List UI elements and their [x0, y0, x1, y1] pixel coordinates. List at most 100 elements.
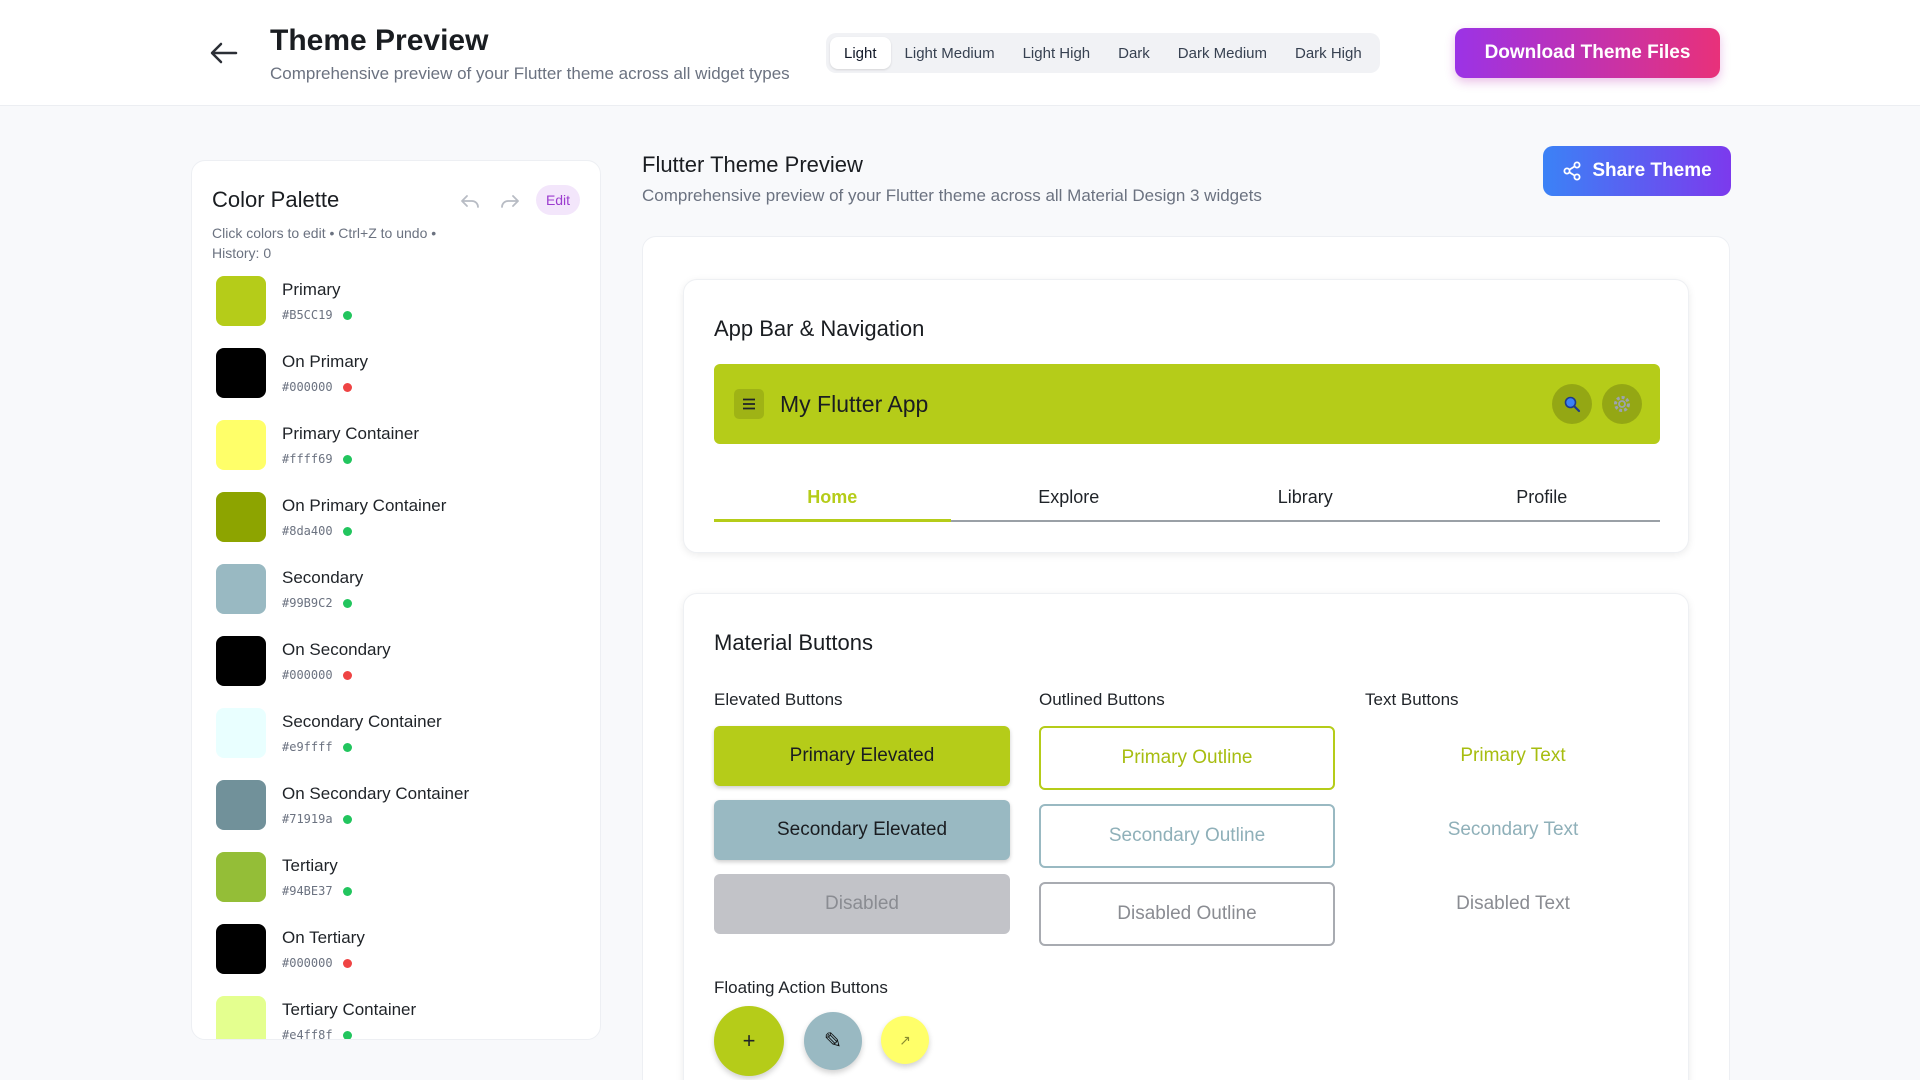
secondary-text-button[interactable]: Secondary Text: [1365, 800, 1661, 860]
contrast-indicator: [342, 599, 352, 608]
color-swatch[interactable]: [216, 420, 266, 470]
outlined-buttons-column: Outlined Buttons Primary Outline Seconda…: [1039, 690, 1335, 960]
elevated-buttons-column: Elevated Buttons Primary Elevated Second…: [714, 690, 1010, 948]
color-swatch-row[interactable]: Tertiary #94BE37: [216, 852, 586, 924]
preview-subtitle: Comprehensive preview of your Flutter th…: [642, 186, 1262, 205]
color-name: Primary: [282, 280, 341, 299]
contrast-indicator: [342, 671, 352, 680]
secondary-elevated-button[interactable]: Secondary Elevated: [714, 800, 1010, 860]
mode-light-medium[interactable]: Light Medium: [891, 37, 1009, 69]
add-fab-button[interactable]: +: [714, 1006, 784, 1076]
app-bar-card-title: App Bar & Navigation: [714, 316, 925, 341]
color-swatch-row[interactable]: Primary #B5CC19: [216, 276, 586, 348]
color-hex: #94BE37: [282, 884, 352, 898]
color-swatch[interactable]: [216, 276, 266, 326]
color-hex: #ffff69: [282, 452, 352, 466]
menu-icon[interactable]: [734, 389, 764, 419]
text-buttons-label: Text Buttons: [1365, 690, 1459, 709]
share-theme-button[interactable]: Share Theme: [1543, 146, 1731, 196]
undo-icon[interactable]: [458, 189, 482, 213]
app-bar-card: App Bar & Navigation My Flutter App Home…: [683, 279, 1689, 553]
color-hex: #8da400: [282, 524, 352, 538]
disabled-elevated-button[interactable]: Disabled: [714, 874, 1010, 934]
primary-elevated-button[interactable]: Primary Elevated: [714, 726, 1010, 786]
disabled-outline-button[interactable]: Disabled Outline: [1039, 882, 1335, 946]
mode-light-high[interactable]: Light High: [1009, 37, 1105, 69]
search-icon[interactable]: [1552, 384, 1592, 424]
color-swatch-row[interactable]: On Primary #000000: [216, 348, 586, 420]
color-swatch[interactable]: [216, 852, 266, 902]
elevated-buttons-label: Elevated Buttons: [714, 690, 843, 709]
download-theme-button[interactable]: Download Theme Files: [1455, 28, 1720, 78]
color-swatch-row[interactable]: On Tertiary #000000: [216, 924, 586, 996]
page-title: Theme Preview: [270, 24, 489, 57]
color-swatch[interactable]: [216, 564, 266, 614]
mode-dark-high[interactable]: Dark High: [1281, 37, 1376, 69]
color-hex: #99B9C2: [282, 596, 352, 610]
color-swatch-row[interactable]: On Secondary Container #71919a: [216, 780, 586, 852]
share-icon: [1563, 161, 1581, 181]
secondary-outline-button[interactable]: Secondary Outline: [1039, 804, 1335, 868]
color-hex: #e9ffff: [282, 740, 352, 754]
swatch-list: Primary #B5CC19 On Primary #000000 Primary C…: [216, 276, 586, 1040]
color-swatch-row[interactable]: Secondary Container #e9ffff: [216, 708, 586, 780]
tab-profile[interactable]: Profile: [1424, 478, 1661, 520]
color-swatch-row[interactable]: Secondary #99B9C2: [216, 564, 586, 636]
contrast-indicator: [342, 455, 352, 464]
color-name: Secondary Container: [282, 712, 442, 731]
color-swatch[interactable]: [216, 780, 266, 830]
navigate-fab-button[interactable]: ↗: [881, 1016, 929, 1064]
color-swatch[interactable]: [216, 348, 266, 398]
color-swatch-row[interactable]: On Secondary #000000: [216, 636, 586, 708]
color-name: On Tertiary: [282, 928, 365, 947]
edit-palette-button[interactable]: Edit: [536, 185, 580, 215]
color-swatch-row[interactable]: Primary Container #ffff69: [216, 420, 586, 492]
color-swatch[interactable]: [216, 636, 266, 686]
edit-icon: ✎: [823, 1028, 843, 1053]
palette-hint: Click colors to edit • Ctrl+Z to undo • …: [212, 225, 437, 261]
mode-light[interactable]: Light: [830, 37, 891, 69]
color-hex-value: #8da400: [282, 524, 333, 538]
preview-frame: App Bar & Navigation My Flutter App Home…: [642, 236, 1730, 1080]
page-subtitle: Comprehensive preview of your Flutter th…: [270, 64, 790, 83]
redo-icon[interactable]: [498, 189, 522, 213]
primary-outline-button[interactable]: Primary Outline: [1039, 726, 1335, 790]
color-name: On Secondary: [282, 640, 391, 659]
color-hex: #000000: [282, 380, 352, 394]
share-theme-label: Share Theme: [1592, 160, 1712, 181]
mode-dark[interactable]: Dark: [1104, 37, 1164, 69]
color-name: Primary Container: [282, 424, 419, 443]
color-palette-panel: Color Palette Edit Click colors to edit …: [191, 160, 601, 1040]
color-hex-value: #000000: [282, 956, 333, 970]
plus-icon: +: [742, 1028, 756, 1053]
color-hex-value: #e4ff8f: [282, 1028, 333, 1040]
color-swatch[interactable]: [216, 996, 266, 1039]
color-hex: #000000: [282, 956, 352, 970]
text-buttons-column: Text Buttons Primary Text Secondary Text…: [1365, 690, 1661, 948]
disabled-text-button[interactable]: Disabled Text: [1365, 874, 1661, 934]
mode-dark-medium[interactable]: Dark Medium: [1164, 37, 1281, 69]
color-hex-value: #B5CC19: [282, 308, 333, 322]
color-name: On Secondary Container: [282, 784, 470, 803]
color-swatch-row[interactable]: Tertiary Container #e4ff8f: [216, 996, 586, 1040]
color-name: Tertiary: [282, 856, 338, 875]
color-swatch[interactable]: [216, 708, 266, 758]
tab-explore[interactable]: Explore: [951, 478, 1188, 520]
app-bar-title: My Flutter App: [780, 391, 929, 417]
color-swatch[interactable]: [216, 924, 266, 974]
tab-library[interactable]: Library: [1187, 478, 1424, 520]
color-swatch-row[interactable]: On Primary Container #8da400: [216, 492, 586, 564]
color-hex: #71919a: [282, 812, 352, 826]
settings-icon[interactable]: [1602, 384, 1642, 424]
color-swatch[interactable]: [216, 492, 266, 542]
edit-fab-button[interactable]: ✎: [804, 1012, 862, 1070]
back-button[interactable]: [204, 38, 244, 68]
tab-home[interactable]: Home: [714, 478, 951, 522]
contrast-indicator: [342, 815, 352, 824]
theme-mode-switch: Light Light Medium Light High Dark Dark Medi…: [826, 33, 1380, 73]
contrast-indicator: [342, 527, 352, 536]
color-hex-value: #000000: [282, 380, 333, 394]
color-name: Secondary: [282, 568, 364, 587]
primary-text-button[interactable]: Primary Text: [1365, 726, 1661, 786]
contrast-indicator: [342, 887, 352, 896]
